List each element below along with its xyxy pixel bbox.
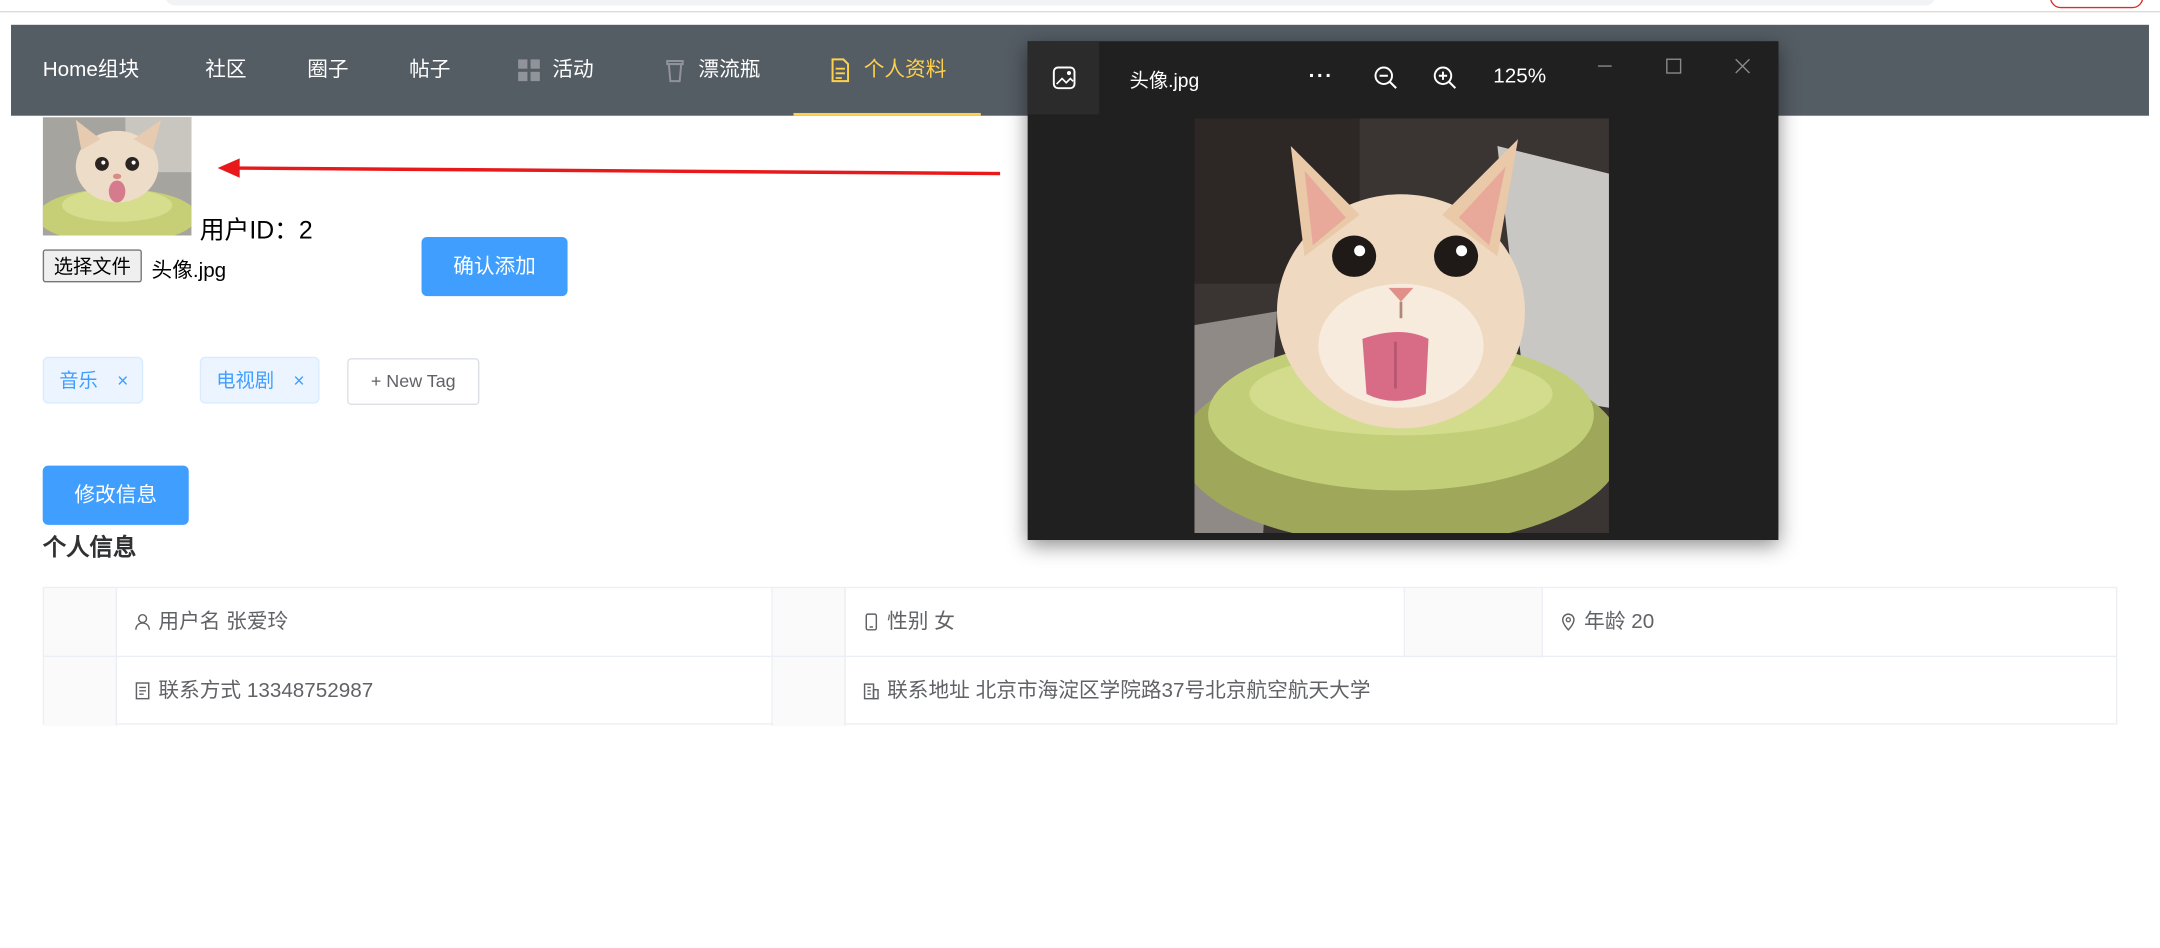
- tag-label: 音乐: [59, 369, 98, 392]
- nav-item-community[interactable]: 社区: [205, 25, 246, 116]
- tag-tv-series: 电视剧 ×: [199, 356, 320, 404]
- address-cell: 联系地址 北京市海淀区学院路37号北京航空航天大学: [846, 657, 2116, 726]
- bottle-icon: [666, 59, 684, 83]
- cat-photo: [1194, 118, 1609, 534]
- label-cell: [44, 588, 118, 658]
- tickets-icon: [135, 682, 150, 700]
- contact-value: 13348752987: [246, 679, 374, 703]
- nav-item-label: 漂流瓶: [698, 57, 761, 82]
- selected-file-name: 头像.jpg: [151, 258, 227, 283]
- nav-item-bottle[interactable]: 漂流瓶: [663, 25, 761, 116]
- personal-info-table: 用户名 张爱玲 性别 女 年龄 20 联系方式 13348752987 联系地址…: [42, 586, 2118, 726]
- nav-item-posts[interactable]: 帖子: [409, 25, 450, 116]
- new-tag-button[interactable]: + New Tag: [347, 358, 480, 405]
- image-viewer-window: 头像.jpg ··· 125%: [1027, 41, 1779, 540]
- address-value: 北京市海淀区学院路37号北京航空航天大学: [975, 679, 1371, 703]
- mobile-icon: [865, 613, 878, 631]
- nav-item-label: 社区: [205, 57, 247, 82]
- contact-cell: 联系方式 13348752987: [117, 657, 773, 726]
- nav-item-home[interactable]: Home组块: [43, 25, 139, 116]
- browser-toolbar-edge: [0, 0, 2160, 13]
- address-bar[interactable]: [165, 0, 1936, 6]
- label-cell: [772, 657, 846, 726]
- browser-profile-button[interactable]: [2049, 0, 2144, 9]
- minimize-icon[interactable]: [1584, 52, 1625, 80]
- document-icon: [831, 58, 850, 83]
- contact-label: 联系方式: [158, 679, 242, 703]
- label-cell: [1405, 588, 1543, 658]
- user-icon: [135, 613, 151, 630]
- tag-label: 电视剧: [216, 369, 275, 392]
- zoom-out-icon[interactable]: [1372, 59, 1402, 95]
- grid-icon: [518, 59, 540, 82]
- label-cell: [44, 657, 118, 726]
- avatar: [42, 117, 192, 236]
- nav-item-label: 圈子: [307, 57, 349, 82]
- nav-item-label: 个人资料: [863, 57, 947, 82]
- viewer-title-bar: 头像.jpg ··· 125%: [1027, 41, 1779, 115]
- age-cell: 年龄 20: [1542, 588, 2116, 658]
- close-icon[interactable]: ×: [293, 358, 304, 402]
- age-value: 20: [1631, 610, 1655, 634]
- section-title: 个人信息: [42, 534, 137, 561]
- photos-app-icon[interactable]: [1027, 41, 1100, 115]
- user-id: 用户ID：2: [199, 216, 313, 244]
- close-icon[interactable]: [1722, 52, 1763, 80]
- maximize-icon[interactable]: [1653, 52, 1694, 80]
- page: Home组块 社区 圈子 帖子 活动 漂流瓶 个人资料 用户ID：2 选择文件 …: [0, 0, 2160, 948]
- nav-item-label: 帖子: [409, 57, 451, 82]
- username-label: 用户名: [158, 610, 221, 634]
- nav-item-label: Home组块: [42, 57, 140, 82]
- nav-item-profile[interactable]: 个人资料: [793, 25, 981, 116]
- office-building-icon: [863, 683, 879, 700]
- label-cell: [772, 588, 846, 658]
- choose-file-button[interactable]: 选择文件: [42, 249, 142, 283]
- gender-label: 性别: [887, 610, 929, 634]
- gender-cell: 性别 女: [845, 588, 1406, 658]
- gender-value: 女: [934, 610, 955, 634]
- tag-music: 音乐 ×: [42, 356, 144, 404]
- zoom-level[interactable]: 125%: [1493, 59, 1546, 95]
- nav-item-circle[interactable]: 圈子: [307, 25, 348, 116]
- location-icon: [1562, 613, 1575, 631]
- age-label: 年龄: [1584, 610, 1626, 634]
- close-icon[interactable]: ×: [117, 358, 128, 402]
- nav-item-label: 活动: [552, 57, 594, 82]
- nav-item-activity[interactable]: 活动: [517, 25, 594, 116]
- zoom-in-icon[interactable]: [1431, 59, 1461, 95]
- viewer-file-title: 头像.jpg: [1129, 68, 1200, 91]
- edit-info-button[interactable]: 修改信息: [42, 465, 189, 525]
- more-options-icon[interactable]: ···: [1303, 59, 1339, 95]
- username-cell: 用户名 张爱玲: [117, 588, 773, 658]
- username-value: 张爱玲: [226, 610, 289, 634]
- address-label: 联系地址: [887, 679, 970, 703]
- confirm-add-button[interactable]: 确认添加: [421, 236, 568, 297]
- annotation-arrow: [217, 158, 1001, 178]
